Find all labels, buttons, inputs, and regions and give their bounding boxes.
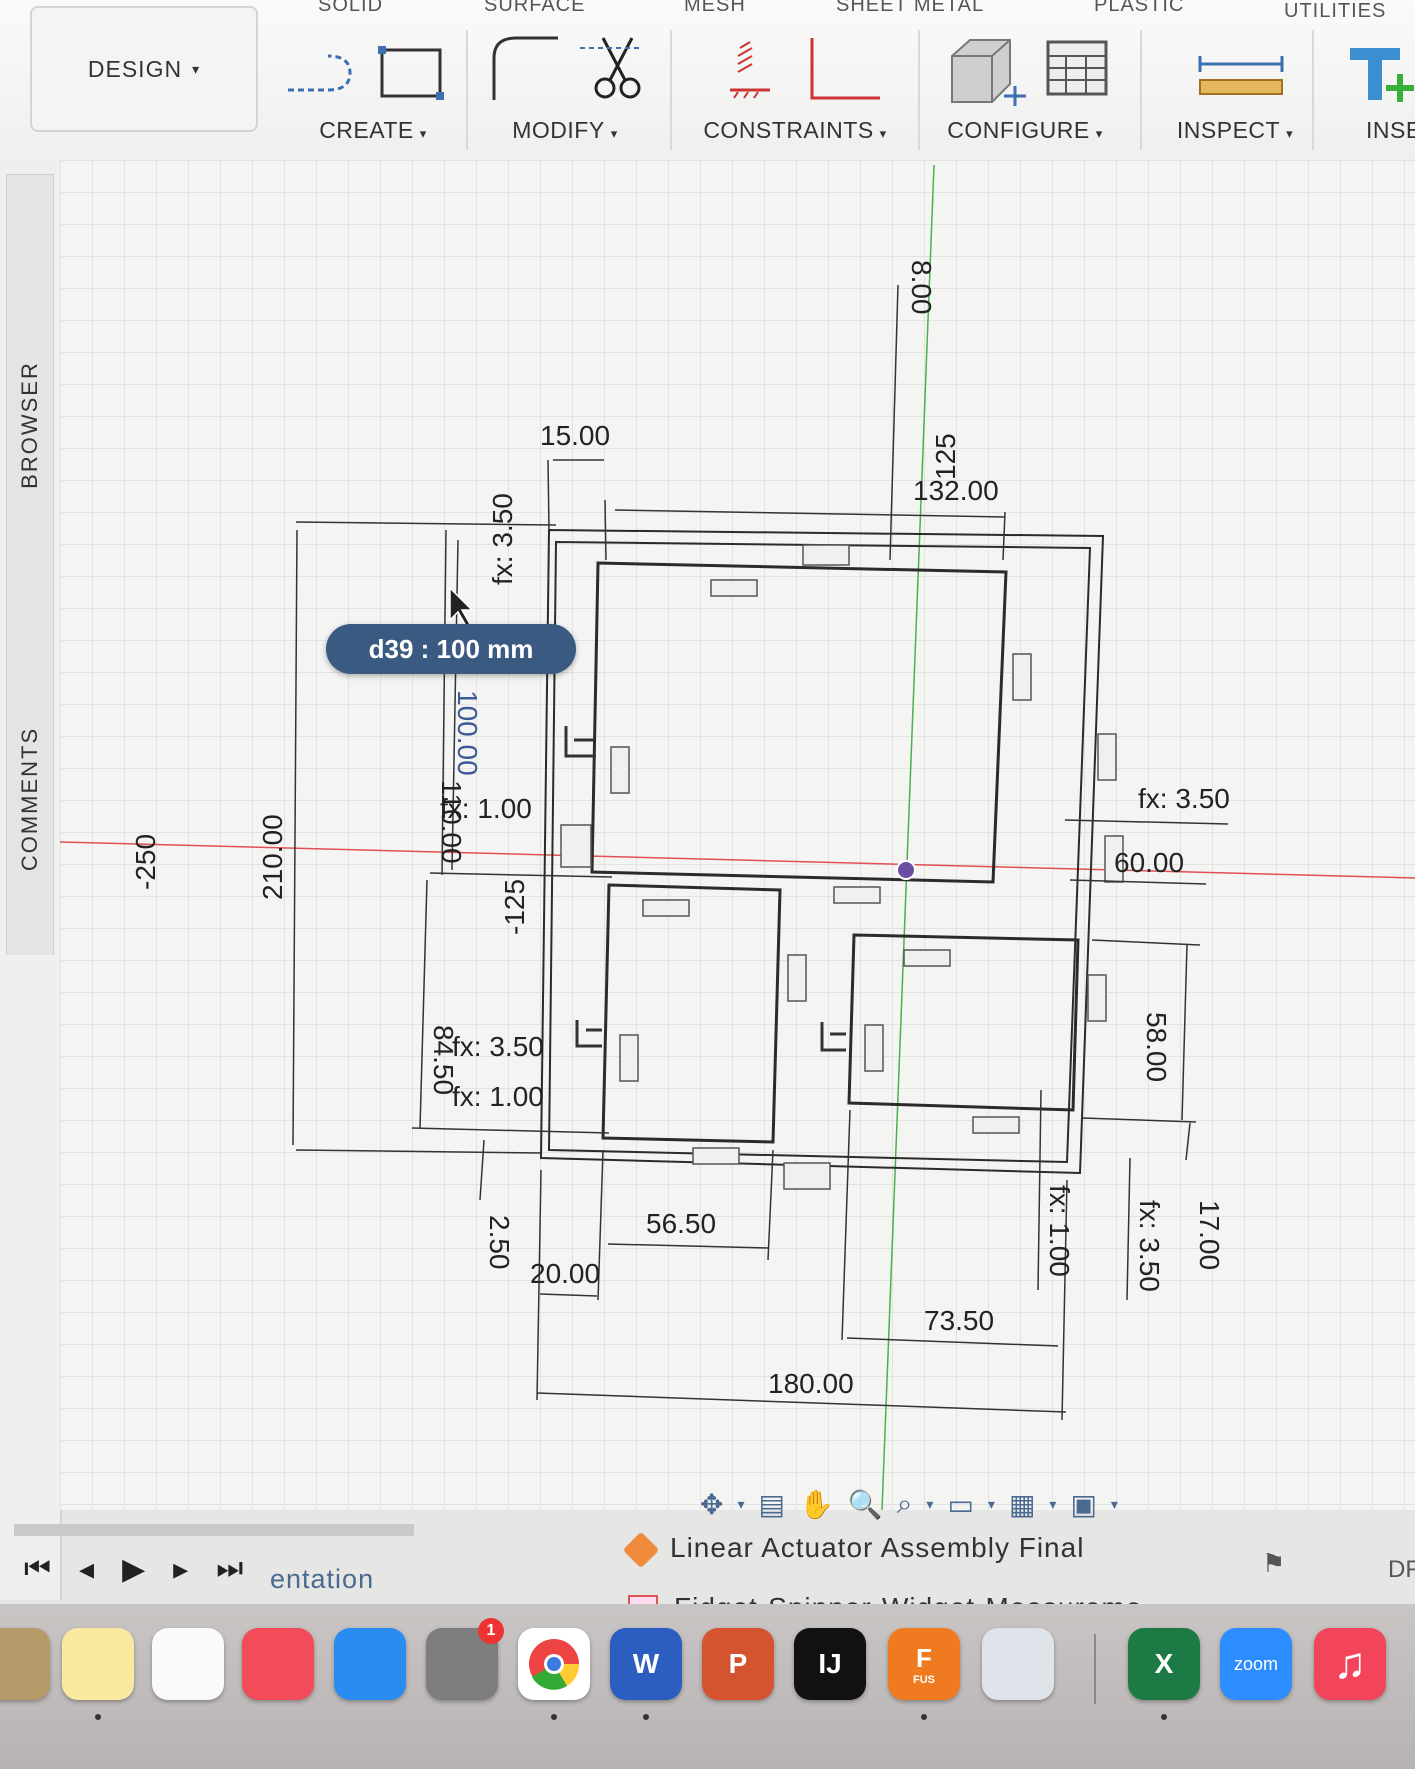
dock-app-iphone-mirroring[interactable] (982, 1628, 1054, 1700)
dim-2-50: 2.50 (484, 1215, 515, 1270)
play-icon[interactable]: ▶ (122, 1552, 145, 1587)
dim-neg250: -250 (130, 834, 161, 890)
chevron-down-icon[interactable]: ▾ (737, 1496, 744, 1513)
macos-dock: 1 W P IJ F FUS X zoom ♫ (0, 1604, 1415, 1769)
recent-file-name: Linear Actuator Assembly Final (670, 1532, 1085, 1563)
dim-60: 60.00 (1114, 847, 1184, 878)
go-to-start-icon[interactable]: ⏮ (24, 1552, 51, 1587)
dim-8: 8.00 (906, 260, 937, 315)
timeline-controls: ⏮ ◂ ▶ ▸ ⏭ (24, 1552, 243, 1587)
origin-point[interactable] (896, 860, 916, 880)
cursor-icon (449, 586, 474, 627)
dimension-tooltip: d39 : 100 mm (326, 624, 576, 674)
chevron-down-icon[interactable]: ▾ (1049, 1496, 1056, 1513)
viewports-icon[interactable]: ▣ (1070, 1488, 1096, 1521)
dock-app-word[interactable]: W (610, 1628, 682, 1700)
dim-fx-3-50-top: fx: 3.50 (487, 493, 518, 585)
dim-fx-1-left: fx: 1.00 (440, 793, 532, 824)
dock-app-powerpoint[interactable]: P (702, 1628, 774, 1700)
dock-app-system-settings[interactable]: 1 (426, 1618, 504, 1700)
dock-app-intellij[interactable]: IJ (794, 1628, 866, 1700)
dim-58: 58.00 (1141, 1012, 1172, 1082)
zoom-window-icon[interactable]: ⌕ (897, 1488, 913, 1521)
dim-73-50: 73.50 (924, 1305, 994, 1336)
dim-fx-3-50-bottom-right: fx: 3.50 (1134, 1200, 1165, 1292)
dim-neg125: -125 (499, 879, 530, 935)
chrome-icon (529, 1639, 580, 1690)
step-back-icon[interactable]: ◂ (79, 1552, 94, 1587)
dim-fx-3-50-mid: fx: 3.50 (452, 1031, 544, 1062)
flag-icon[interactable]: ⚑ (1262, 1548, 1285, 1579)
sketch-drawing: -250 210.00 110.00 100.00 fx: 1.00 fx: 3… (59, 164, 1415, 1511)
right-pocket (847, 933, 1080, 1112)
dim-180: 180.00 (768, 1368, 854, 1399)
dock-app-excel[interactable]: X (1128, 1628, 1200, 1700)
dim-fx-3-50-right: fx: 3.50 (1138, 783, 1230, 814)
navigation-bar: ✥ ▾ ▤ ✋ 🔍 ⌕ ▾ ▭ ▾ ▦ ▾ ▣ ▾ (700, 1482, 1118, 1526)
left-pocket (601, 883, 782, 1144)
timeline-track[interactable] (14, 1524, 414, 1536)
dim-56-50: 56.50 (646, 1208, 716, 1239)
chevron-down-icon[interactable]: ▾ (988, 1496, 995, 1513)
notification-badge: 1 (478, 1618, 504, 1644)
dock-app-notes[interactable] (62, 1628, 134, 1700)
slot-markers (560, 544, 1124, 1190)
go-to-end-icon[interactable]: ⏭ (216, 1552, 243, 1587)
dim-20: 20.00 (530, 1258, 600, 1289)
dock-app-contacts[interactable] (0, 1628, 50, 1700)
dim-132: 132.00 (913, 475, 999, 506)
dim-17: 17.00 (1194, 1200, 1225, 1270)
dim-15: 15.00 (540, 420, 610, 451)
recent-file-tag: DF (1388, 1556, 1415, 1583)
dock-app-zoom[interactable]: zoom (1220, 1628, 1292, 1700)
timeline-label: entation (270, 1564, 375, 1594)
chevron-down-icon[interactable]: ▾ (1111, 1496, 1118, 1513)
display-settings-icon[interactable]: ▭ (947, 1488, 973, 1521)
recent-file-item[interactable]: Linear Actuator Assembly Final (622, 1531, 1085, 1568)
step-forward-icon[interactable]: ▸ (173, 1552, 188, 1587)
dim-125: 125 (930, 433, 961, 480)
look-at-icon[interactable]: ▤ (759, 1488, 785, 1521)
timeline: ⏮ ◂ ▶ ▸ ⏭ entation (0, 1510, 700, 1600)
dock-app-music[interactable]: ♫ (1314, 1628, 1386, 1700)
large-pocket (590, 561, 1008, 884)
grid-icon[interactable]: ▦ (1009, 1488, 1035, 1521)
dim-fx-1-bottom: fx: 1.00 (1044, 1185, 1075, 1277)
pockets (590, 561, 1080, 1144)
dim-100: 100.00 (452, 690, 483, 776)
dim-fx-1-mid: fx: 1.00 (452, 1081, 544, 1112)
dock-app-reminders[interactable] (152, 1628, 224, 1700)
assembly-file-icon (622, 1531, 660, 1568)
dock-separator (1094, 1634, 1096, 1704)
orbit-icon[interactable]: ✥ (700, 1488, 723, 1521)
chevron-down-icon[interactable]: ▾ (926, 1496, 933, 1513)
zoom-icon[interactable]: 🔍 (848, 1488, 883, 1521)
dock-app-app-store[interactable] (334, 1628, 406, 1700)
dim-210: 210.00 (257, 814, 288, 900)
dock-app-news[interactable] (242, 1628, 314, 1700)
dock-app-fusion[interactable]: F FUS (888, 1628, 960, 1700)
dock-app-chrome[interactable] (518, 1628, 590, 1700)
pan-icon[interactable]: ✋ (799, 1488, 834, 1521)
